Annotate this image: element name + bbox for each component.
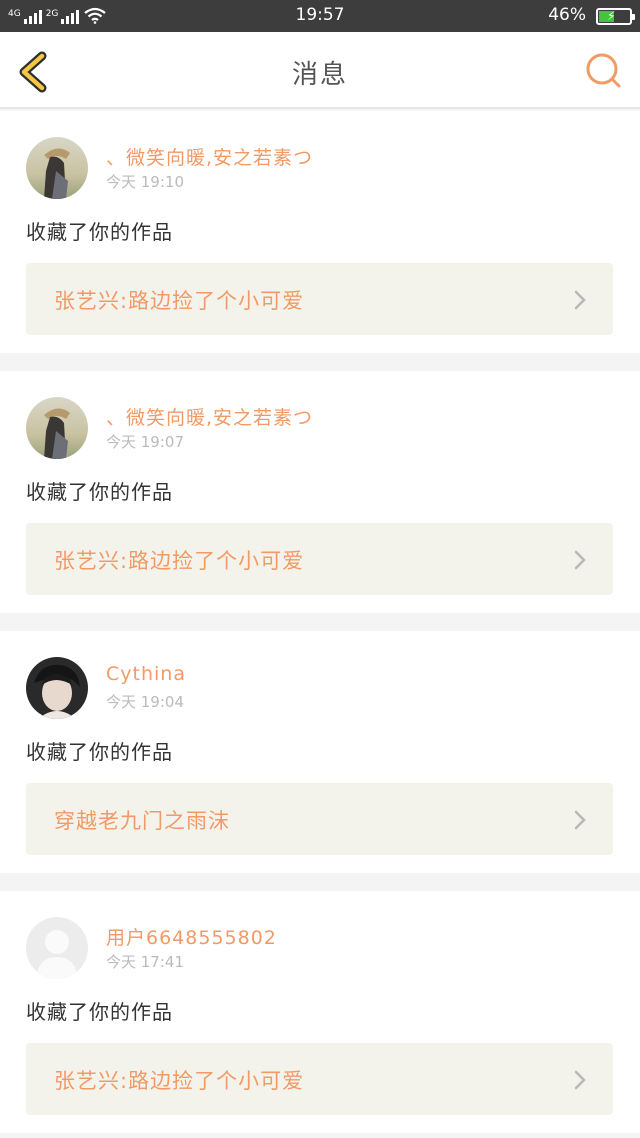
work-link[interactable]: 张艺兴:路边捡了个小可爱 bbox=[26, 1043, 613, 1115]
action-text: 收藏了你的作品 bbox=[26, 1000, 173, 1024]
work-title: 张艺兴:路边捡了个小可爱 bbox=[54, 549, 305, 573]
action-text: 收藏了你的作品 bbox=[26, 220, 173, 244]
default-avatar-icon bbox=[26, 917, 88, 979]
clock: 19:57 bbox=[295, 5, 345, 25]
work-link[interactable]: 张艺兴:路边捡了个小可爱 bbox=[26, 523, 613, 595]
timestamp: 今天 17:41 bbox=[106, 953, 184, 971]
status-bar: 4G 2G 19:57 46% ⚡ bbox=[0, 0, 640, 32]
message-card: 用户6648555802 今天 17:41 收藏了你的作品 张艺兴:路边捡了个小… bbox=[0, 891, 640, 1133]
work-title: 张艺兴:路边捡了个小可爱 bbox=[54, 289, 305, 313]
header: 消息 bbox=[0, 32, 640, 109]
search-icon[interactable] bbox=[584, 51, 624, 91]
chevron-right-icon bbox=[574, 1070, 586, 1090]
chevron-right-icon bbox=[574, 550, 586, 570]
user-photo-icon bbox=[26, 657, 88, 719]
battery-percent: 46% bbox=[548, 5, 586, 25]
work-title: 张艺兴:路边捡了个小可爱 bbox=[54, 1069, 305, 1093]
username[interactable]: 用户6648555802 bbox=[106, 923, 277, 950]
username[interactable]: 、微笑向暖,安之若素つ bbox=[106, 403, 313, 430]
message-list: 、微笑向暖,安之若素つ 今天 19:10 收藏了你的作品 张艺兴:路边捡了个小可… bbox=[0, 111, 640, 1138]
action-text: 收藏了你的作品 bbox=[26, 740, 173, 764]
username[interactable]: Cythina bbox=[106, 663, 186, 685]
avatar[interactable] bbox=[26, 137, 88, 199]
user-photo-icon bbox=[26, 137, 88, 199]
username[interactable]: 、微笑向暖,安之若素つ bbox=[106, 143, 313, 170]
work-link[interactable]: 穿越老九门之雨沫 bbox=[26, 783, 613, 855]
avatar[interactable] bbox=[26, 657, 88, 719]
message-card: 、微笑向暖,安之若素つ 今天 19:07 收藏了你的作品 张艺兴:路边捡了个小可… bbox=[0, 371, 640, 613]
work-title: 穿越老九门之雨沫 bbox=[54, 809, 230, 833]
charging-icon: ⚡ bbox=[607, 9, 616, 23]
timestamp: 今天 19:04 bbox=[106, 693, 184, 711]
timestamp: 今天 19:10 bbox=[106, 173, 184, 191]
battery-icon: ⚡ bbox=[596, 8, 635, 25]
message-card: 、微笑向暖,安之若素つ 今天 19:10 收藏了你的作品 张艺兴:路边捡了个小可… bbox=[0, 111, 640, 353]
chevron-right-icon bbox=[574, 810, 586, 830]
page-title: 消息 bbox=[291, 60, 348, 90]
message-card: Cythina 今天 19:04 收藏了你的作品 穿越老九门之雨沫 bbox=[0, 631, 640, 873]
avatar[interactable] bbox=[26, 917, 88, 979]
user-photo-icon bbox=[26, 397, 88, 459]
action-text: 收藏了你的作品 bbox=[26, 480, 173, 504]
work-link[interactable]: 张艺兴:路边捡了个小可爱 bbox=[26, 263, 613, 335]
avatar[interactable] bbox=[26, 397, 88, 459]
timestamp: 今天 19:07 bbox=[106, 433, 184, 451]
chevron-right-icon bbox=[574, 290, 586, 310]
